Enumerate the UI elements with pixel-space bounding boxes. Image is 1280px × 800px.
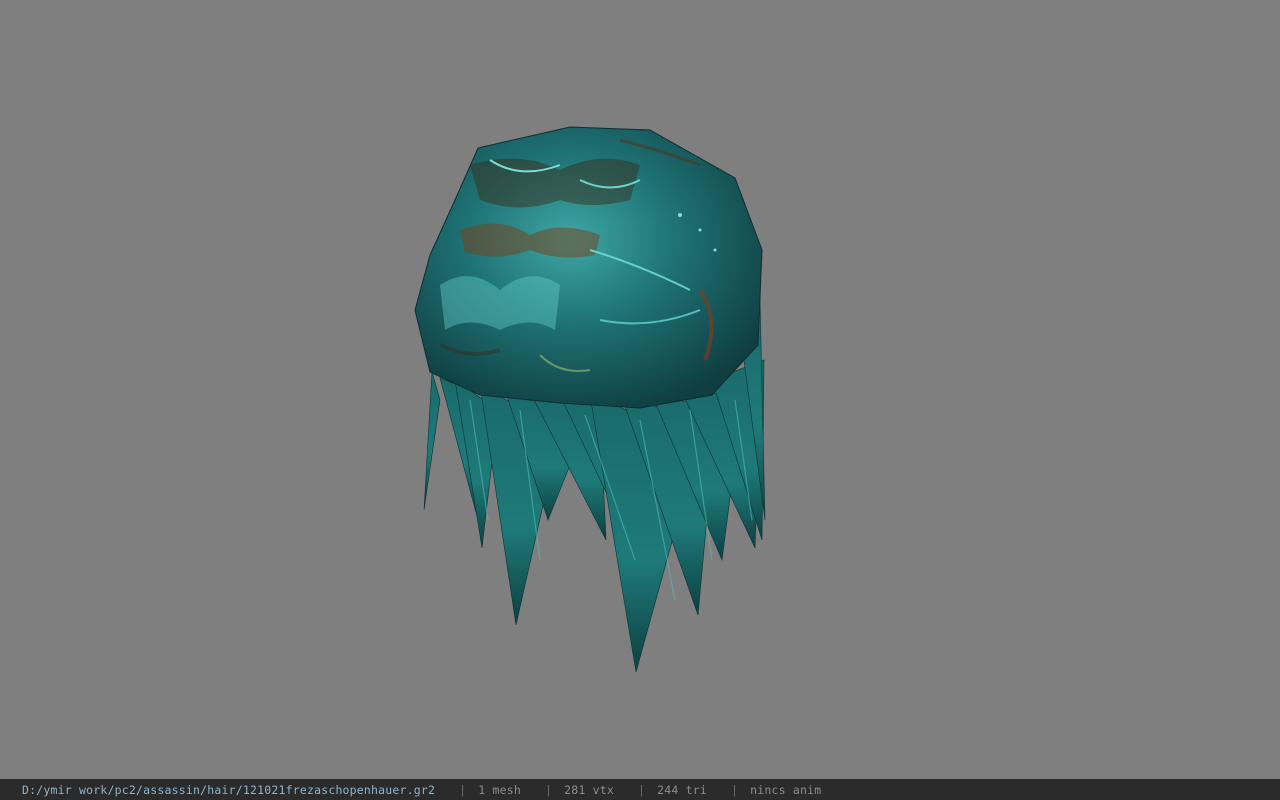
animation-status: nincs anim xyxy=(750,782,822,797)
status-separator: | xyxy=(459,782,467,797)
status-separator: | xyxy=(638,782,646,797)
status-separator: | xyxy=(545,782,553,797)
hair-mesh-render xyxy=(414,126,766,673)
triangle-count: 244 tri xyxy=(657,782,708,797)
mesh-count: 1 mesh xyxy=(478,782,522,797)
model-viewport[interactable] xyxy=(0,0,1280,779)
status-separator: | xyxy=(731,782,739,797)
status-bar: D:/ymir work/pc2/assassin/hair/121021fre… xyxy=(0,779,1280,800)
file-path: D:/ymir work/pc2/assassin/hair/121021fre… xyxy=(22,782,436,797)
vertex-count: 281 vtx xyxy=(564,782,615,797)
